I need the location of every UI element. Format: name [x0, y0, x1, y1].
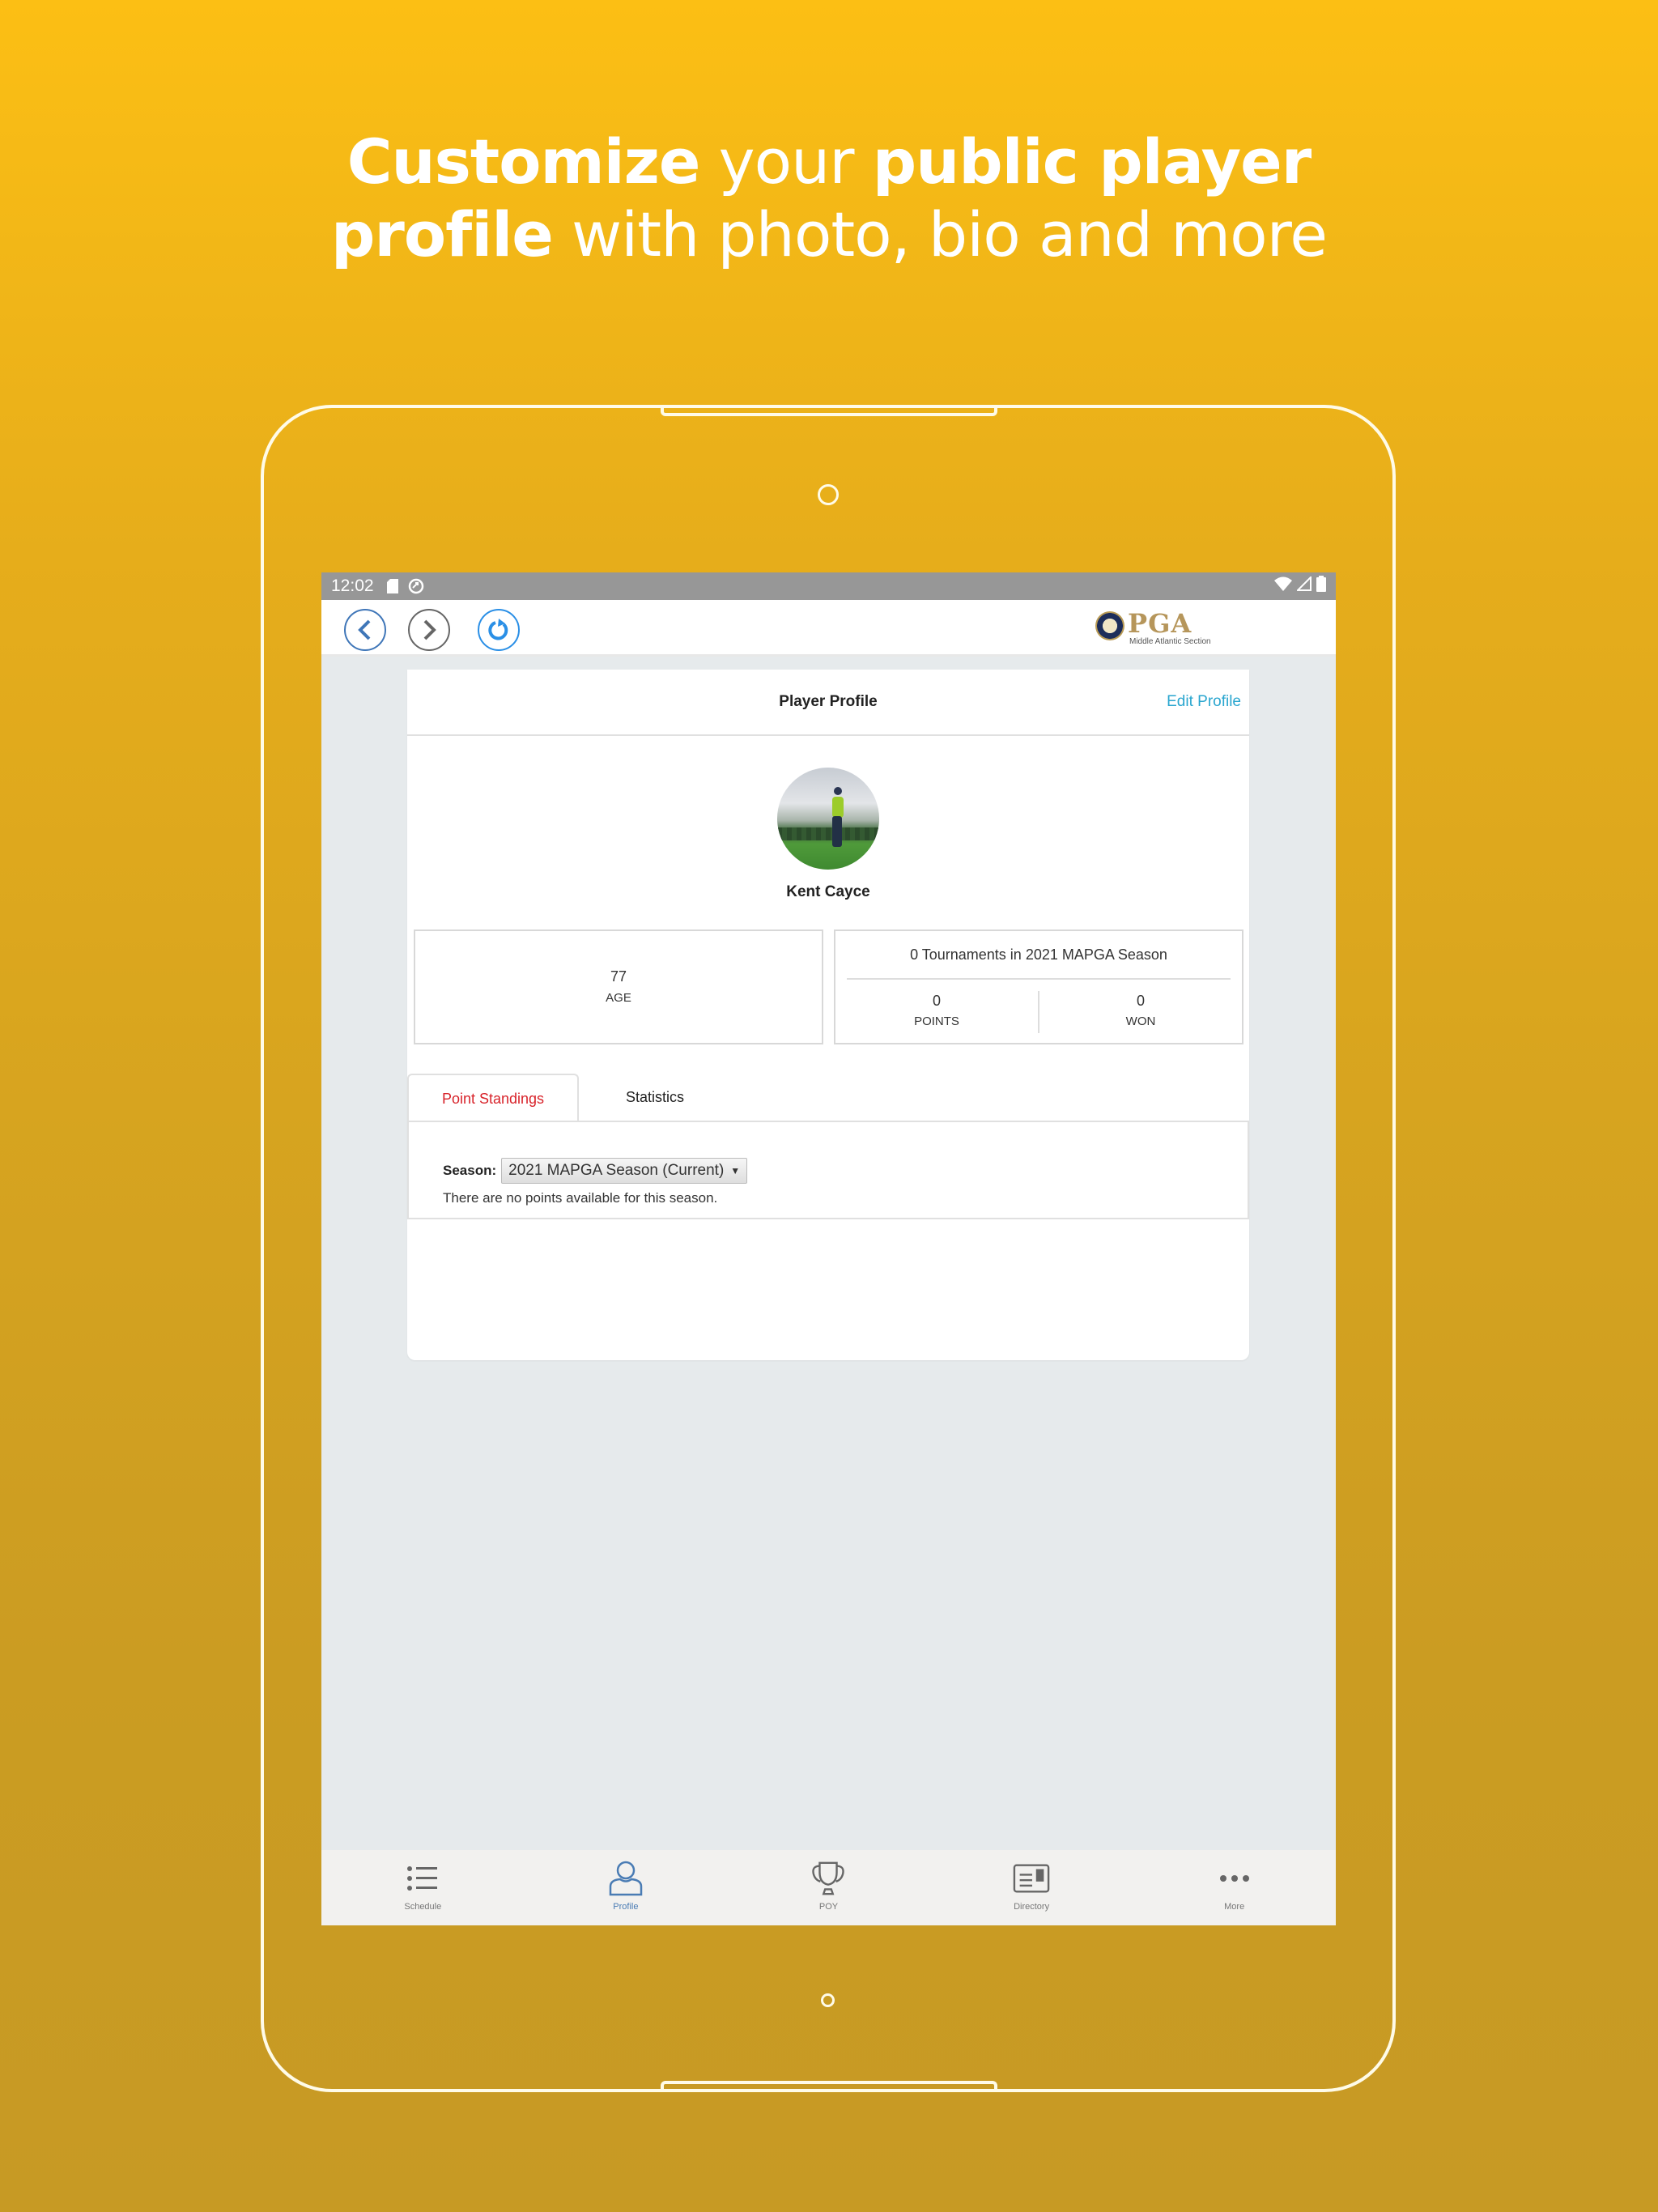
tab-point-standings[interactable]: Point Standings [407, 1074, 579, 1122]
age-value: 77 [610, 968, 627, 985]
edit-profile-link[interactable]: Edit Profile [1167, 670, 1241, 734]
user-icon [607, 1860, 644, 1897]
headline-bold-customize: Customize [346, 125, 701, 198]
more-dots-icon [1216, 1860, 1253, 1897]
pga-logo-subtitle: Middle Atlantic Section [1129, 637, 1211, 646]
profile-tabs: Point Standings Statistics [407, 1074, 1249, 1122]
refresh-button[interactable] [478, 609, 520, 651]
pga-seal-icon [1095, 611, 1124, 640]
caret-down-icon: ▼ [730, 1165, 741, 1176]
nav-item-more[interactable]: More [1133, 1850, 1336, 1925]
headline-line-2: profile with photo, bio and more [0, 198, 1658, 271]
headline-bold-profile: profile [331, 198, 554, 270]
avatar-golfer-body [832, 797, 844, 818]
nav-item-poy[interactable]: POY [727, 1850, 930, 1925]
points-label: POINTS [914, 1015, 959, 1028]
back-button[interactable] [344, 609, 386, 651]
marketing-headline: Customize your public player profile wit… [0, 125, 1658, 271]
won-label: WON [1125, 1015, 1156, 1028]
nav-label-schedule: Schedule [404, 1902, 442, 1912]
wifi-icon [1274, 576, 1292, 596]
trophy-icon [810, 1860, 847, 1897]
avatar-golfer-head [834, 787, 842, 795]
app-toolbar: PGA Middle Atlantic Section [321, 600, 1336, 657]
player-name: Kent Cayce [786, 883, 870, 900]
season-summary-heading: 0 Tournaments in 2021 MAPGA Season [847, 931, 1231, 980]
nav-label-directory: Directory [1014, 1902, 1050, 1912]
season-stat-box: 0 Tournaments in 2021 MAPGA Season 0 POI… [834, 929, 1244, 1044]
points-stat: 0 POINTS [835, 991, 1038, 1033]
tab-statistics[interactable]: Statistics [590, 1074, 720, 1121]
nav-label-profile: Profile [613, 1902, 639, 1912]
profile-card: Player Profile Edit Profile Kent Cayce 7… [407, 670, 1249, 1360]
season-label: Season: [443, 1163, 497, 1178]
chevron-left-icon [358, 619, 371, 640]
chevron-right-icon [423, 619, 436, 640]
nav-item-profile[interactable]: Profile [525, 1850, 728, 1925]
device-screen: 12:02 PGA Middle Atlantic Section Player… [321, 572, 1336, 1925]
won-stat: 0 WON [1039, 991, 1242, 1033]
tablet-camera [818, 484, 839, 505]
status-right-icons [1274, 575, 1326, 597]
season-filter: Season: 2021 MAPGA Season (Current) ▼ [443, 1158, 748, 1184]
avatar [777, 768, 879, 870]
headline-line-1: Customize your public player [0, 125, 1658, 198]
season-select[interactable]: 2021 MAPGA Season (Current) ▼ [501, 1158, 748, 1184]
page-title: Player Profile [779, 693, 878, 710]
tablet-top-button [661, 405, 997, 416]
nav-item-directory[interactable]: Directory [930, 1850, 1133, 1925]
list-icon [404, 1860, 441, 1897]
points-value: 0 [932, 993, 941, 1009]
pga-logo: PGA Middle Atlantic Section [1095, 608, 1225, 649]
nav-label-poy: POY [818, 1902, 839, 1912]
sync-icon [408, 578, 424, 594]
status-time: 12:02 [331, 576, 374, 595]
refresh-icon [488, 619, 508, 640]
nav-label-more: More [1224, 1902, 1245, 1912]
tablet-sensor [821, 1993, 835, 2007]
empty-message: There are no points available for this s… [443, 1190, 718, 1206]
tablet-bottom-button [661, 2081, 997, 2092]
pga-logo-text: PGA [1128, 608, 1192, 639]
nav-item-schedule[interactable]: Schedule [321, 1850, 525, 1925]
id-card-icon [1013, 1860, 1050, 1897]
headline-bold-public-player: public player [872, 125, 1312, 198]
age-label: AGE [606, 991, 631, 1005]
headline-light-rest: with photo, bio and more [572, 198, 1328, 270]
point-standings-panel: Season: 2021 MAPGA Season (Current) ▼ Th… [407, 1121, 1249, 1219]
bottom-nav: Schedule Profile POY Directory More [321, 1850, 1336, 1925]
avatar-golfer-legs [832, 816, 842, 847]
sd-card-icon [386, 579, 398, 593]
headline-light-your: your [718, 125, 855, 198]
page-header: Player Profile Edit Profile [407, 670, 1249, 736]
season-selected-value: 2021 MAPGA Season (Current) [508, 1162, 725, 1179]
battery-icon [1316, 576, 1326, 597]
forward-button[interactable] [408, 609, 450, 651]
age-stat-box: 77 AGE [414, 929, 823, 1044]
avatar-trees [777, 827, 879, 840]
signal-icon [1295, 575, 1312, 596]
won-value: 0 [1136, 993, 1145, 1009]
status-bar: 12:02 [321, 572, 1336, 600]
